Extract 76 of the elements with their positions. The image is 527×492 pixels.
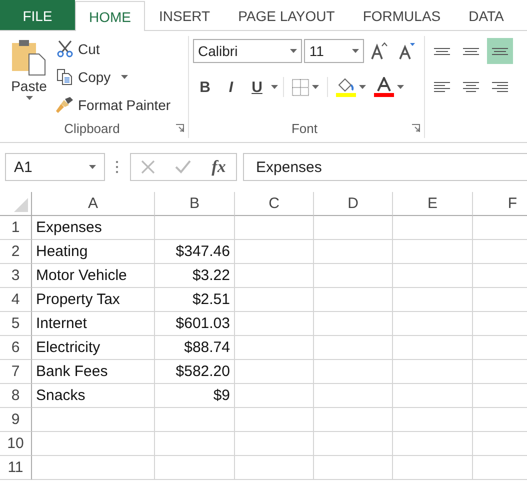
paintbrush-icon [56, 96, 74, 114]
column-header[interactable]: C [235, 192, 314, 216]
row-header[interactable]: 6 [0, 336, 32, 360]
row-header[interactable]: 9 [0, 408, 32, 432]
borders-icon [292, 78, 309, 96]
align-middle-icon [463, 48, 479, 54]
row-header[interactable]: 4 [0, 288, 32, 312]
ribbon-tab[interactable]: HOME [75, 1, 145, 31]
file-tab[interactable]: FILE [0, 0, 75, 30]
font-color-button[interactable] [371, 74, 407, 100]
table-cell: Property Tax [32, 288, 155, 312]
align-right-icon [492, 82, 508, 92]
shrink-font-icon [398, 42, 416, 60]
align-center-icon [463, 82, 479, 92]
table-cell: Expenses [32, 216, 155, 240]
table-cell: $9 [155, 384, 235, 408]
format-painter-button[interactable]: Format Painter [54, 92, 173, 118]
column-header[interactable]: A [32, 192, 155, 216]
caret-icon [312, 85, 319, 89]
dialog-launcher-icon[interactable] [412, 124, 420, 132]
table-cell: Bank Fees [32, 360, 155, 384]
checkmark-icon[interactable] [175, 160, 192, 174]
column-header[interactable]: B [155, 192, 235, 216]
table-cell: $88.74 [155, 336, 235, 360]
column-header[interactable]: E [393, 192, 473, 216]
column-header[interactable]: D [314, 192, 393, 216]
caret-icon [352, 49, 359, 53]
row-header[interactable]: 5 [0, 312, 32, 336]
row-header[interactable]: 10 [0, 432, 32, 456]
column-header[interactable]: F [473, 192, 527, 216]
row-header[interactable]: 8 [0, 384, 32, 408]
caret-icon [271, 85, 278, 89]
row-header[interactable]: 2 [0, 240, 32, 264]
caret-icon [290, 49, 298, 53]
row-header[interactable]: 3 [0, 264, 32, 288]
caret-icon [89, 165, 96, 169]
insert-function-button[interactable]: fx [212, 157, 226, 177]
clipboard-icon [11, 38, 47, 76]
alignment-button[interactable] [487, 38, 513, 64]
underline-button[interactable]: U [245, 74, 269, 100]
dialog-launcher-icon[interactable] [176, 124, 184, 132]
row-header[interactable]: 1 [0, 216, 32, 240]
italic-button[interactable]: I [219, 74, 243, 100]
table-cell: $601.03 [155, 312, 235, 336]
name-box[interactable]: A1 [5, 153, 105, 181]
table-cell: $2.51 [155, 288, 235, 312]
table-cell: Internet [32, 312, 155, 336]
table-cell: Snacks [32, 384, 155, 408]
paste-button[interactable]: Paste [4, 36, 54, 118]
copy-icon [56, 68, 74, 86]
table-cell: Electricity [32, 336, 155, 360]
align-bottom-icon [492, 48, 508, 54]
row-header[interactable]: 7 [0, 360, 32, 384]
copy-button[interactable]: Copy [54, 64, 173, 90]
align-top-icon [434, 48, 450, 54]
group-label: Clipboard [64, 120, 120, 136]
grow-font-icon [370, 42, 388, 60]
bold-button[interactable]: B [193, 74, 217, 100]
align-left-icon [434, 82, 450, 92]
table-cell: $582.20 [155, 360, 235, 384]
row-header[interactable]: 11 [0, 456, 32, 480]
formula-field[interactable]: Expenses [243, 153, 527, 181]
font-name-field[interactable]: Calibri [193, 39, 302, 63]
table-cell: $3.22 [155, 264, 235, 288]
font-size-field[interactable]: 11 [304, 39, 364, 63]
caret-icon [397, 85, 404, 89]
caret-icon [359, 85, 366, 89]
scissors-icon [56, 40, 74, 58]
table-cell: Heating [32, 240, 155, 264]
table-cell: $347.46 [155, 240, 235, 264]
caret-icon [26, 96, 32, 100]
grip-icon [116, 161, 119, 173]
cut-button[interactable]: Cut [54, 36, 173, 62]
group-label: Font [291, 120, 318, 136]
table-cell: Motor Vehicle [32, 264, 155, 288]
caret-icon [120, 75, 128, 79]
